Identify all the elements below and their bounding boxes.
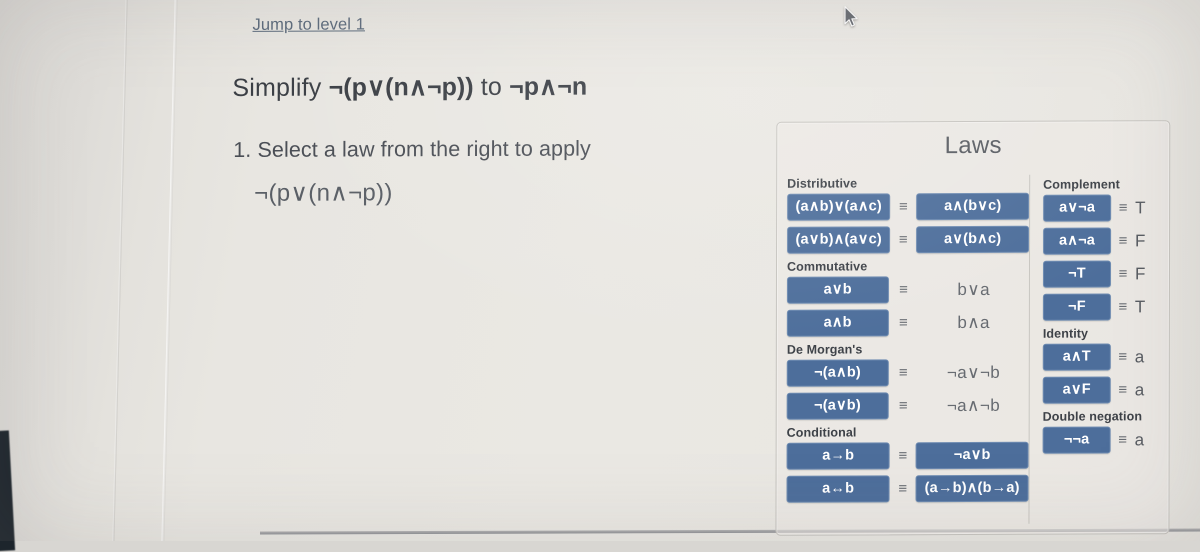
- prompt-source-expression: ¬(p∨(n∧¬p)): [328, 72, 474, 102]
- law-result-complement-3: T: [1134, 296, 1146, 316]
- law-row: a→b ≡ ¬a∨b: [786, 441, 1029, 470]
- equivalence-symbol: ≡: [1118, 199, 1128, 217]
- law-group-title-distributive: Distributive: [787, 176, 858, 191]
- equivalence-symbol: ≡: [899, 281, 908, 299]
- law-row: ¬(a∧b) ≡ ¬a∨¬b: [786, 359, 1029, 387]
- law-row: a∨b ≡ b∨a: [786, 276, 1029, 304]
- prompt-target-expression: ¬p∧¬n: [509, 72, 588, 101]
- law-chip-complement-3-lhs[interactable]: ¬F: [1042, 293, 1111, 321]
- laws-columns: Distributive (a∧b)∨(a∧c) ≡ a∧(b∨c) (a∨b)∧(a∨…: [776, 171, 1169, 531]
- law-text-de-morgan-s-1-rhs: ¬a∧¬b: [946, 395, 1001, 415]
- law-row: a∨¬a ≡ T: [1043, 194, 1169, 222]
- equivalence-symbol: ≡: [898, 198, 908, 216]
- law-chip-commutative-0-lhs[interactable]: a∨b: [786, 276, 889, 304]
- law-row: a↔b ≡ (a→b)∧(b→a): [786, 474, 1029, 503]
- law-chip-distributive-1-lhs[interactable]: (a∨b)∧(a∨c): [787, 226, 891, 254]
- law-row: a∨F ≡ a: [1042, 376, 1169, 404]
- law-group-title-conditional: Conditional: [786, 425, 857, 440]
- equivalence-symbol: ≡: [898, 480, 908, 498]
- step-instruction: 1. Select a law from the right to apply: [233, 136, 591, 162]
- page-title: Simplify ¬(p∨(n∧¬p)) to ¬p∧¬n: [232, 72, 587, 103]
- prompt-lead: Simplify: [232, 73, 322, 102]
- law-text-commutative-0-rhs: b∨a: [957, 279, 991, 299]
- law-text-de-morgan-s-0-rhs: ¬a∨¬b: [946, 362, 1001, 382]
- equivalence-symbol: ≡: [898, 364, 908, 382]
- law-chip-de-morgan-s-0-lhs[interactable]: ¬(a∧b): [786, 359, 889, 387]
- prompt-connector: to: [480, 72, 503, 101]
- law-chip-complement-2-lhs[interactable]: ¬T: [1042, 260, 1112, 288]
- law-chip-distributive-0-rhs[interactable]: a∧(b∨c): [916, 192, 1030, 221]
- law-chip-double-negation-0-lhs[interactable]: ¬¬a: [1042, 426, 1111, 454]
- law-result-identity-1: a: [1134, 379, 1145, 399]
- law-text-commutative-1-rhs: b∧a: [957, 312, 990, 332]
- current-expression: ¬(p∨(n∧¬p)): [254, 179, 393, 207]
- law-row: (a∧b)∨(a∧c) ≡ a∧(b∨c): [787, 192, 1030, 221]
- law-group-title-double-negation: Double negation: [1042, 409, 1143, 424]
- equivalence-symbol: ≡: [898, 397, 908, 415]
- equivalence-symbol: ≡: [1118, 232, 1128, 250]
- law-chip-de-morgan-s-1-lhs[interactable]: ¬(a∨b): [786, 392, 889, 420]
- law-result-double-negation-0: a: [1134, 429, 1145, 449]
- law-group-title-identity: Identity: [1042, 326, 1089, 341]
- law-group-title-complement: Complement: [1043, 177, 1120, 192]
- law-row: (a∨b)∧(a∨c) ≡ a∨(b∧c): [787, 225, 1030, 254]
- law-row: ¬(a∨b) ≡ ¬a∧¬b: [786, 392, 1029, 420]
- law-row: ¬¬a ≡ a: [1042, 426, 1169, 454]
- law-result-complement-0: T: [1135, 197, 1146, 217]
- law-chip-conditional-0-lhs[interactable]: a→b: [786, 442, 890, 470]
- page-content: Jump to level 1 Simplify ¬(p∨(n∧¬p)) to …: [0, 0, 1200, 544]
- law-result-identity-0: a: [1134, 346, 1145, 366]
- law-chip-identity-1-lhs[interactable]: a∨F: [1042, 376, 1111, 404]
- law-chip-conditional-1-rhs[interactable]: (a→b)∧(b→a): [915, 474, 1029, 503]
- equivalence-symbol: ≡: [1118, 381, 1128, 399]
- law-chip-conditional-0-rhs[interactable]: ¬a∨b: [915, 441, 1029, 470]
- equivalence-symbol: ≡: [898, 447, 908, 465]
- equivalence-symbol: ≡: [1118, 348, 1128, 366]
- law-chip-identity-0-lhs[interactable]: a∧T: [1042, 343, 1111, 371]
- law-chip-complement-0-lhs[interactable]: a∨¬a: [1043, 194, 1112, 222]
- laws-column-right: Complement a∨¬a ≡ Ta∧¬a ≡ F ¬T ≡ F ¬F ≡ T Identity a∧…: [1029, 171, 1169, 530]
- law-row: a∧¬a ≡ F: [1043, 227, 1169, 255]
- laws-panel-title: Laws: [944, 131, 1002, 160]
- law-chip-distributive-1-rhs[interactable]: a∨(b∧c): [916, 225, 1030, 254]
- law-group-title-commutative: Commutative: [786, 259, 868, 274]
- jump-to-level-link[interactable]: Jump to level 1: [252, 15, 366, 34]
- law-chip-commutative-1-lhs[interactable]: a∧b: [786, 309, 889, 337]
- law-result-complement-1: F: [1135, 230, 1146, 250]
- law-row: ¬F ≡ T: [1042, 293, 1169, 321]
- law-row: a∧b ≡ b∧a: [786, 309, 1029, 337]
- law-row: ¬T ≡ F: [1042, 260, 1169, 288]
- law-row: a∧T ≡ a: [1042, 343, 1169, 371]
- law-chip-conditional-1-lhs[interactable]: a↔b: [786, 475, 890, 503]
- equivalence-symbol: ≡: [1118, 298, 1128, 316]
- law-chip-complement-1-lhs[interactable]: a∧¬a: [1043, 227, 1112, 255]
- law-chip-distributive-0-lhs[interactable]: (a∧b)∨(a∧c): [787, 193, 891, 221]
- laws-panel: Laws Distributive (a∧b)∨(a∧c) ≡ a∧(b∨c) (a∨b…: [775, 120, 1171, 536]
- equivalence-symbol: ≡: [1118, 431, 1128, 449]
- laws-column-left: Distributive (a∧b)∨(a∧c) ≡ a∧(b∨c) (a∨b)∧(a∨…: [776, 172, 1030, 531]
- equivalence-symbol: ≡: [898, 231, 908, 249]
- equivalence-symbol: ≡: [1118, 265, 1128, 283]
- mouse-pointer-icon: [844, 6, 858, 27]
- law-result-complement-2: F: [1134, 263, 1146, 283]
- equivalence-symbol: ≡: [898, 314, 908, 332]
- law-group-title-de-morgan-s: De Morgan's: [786, 342, 863, 357]
